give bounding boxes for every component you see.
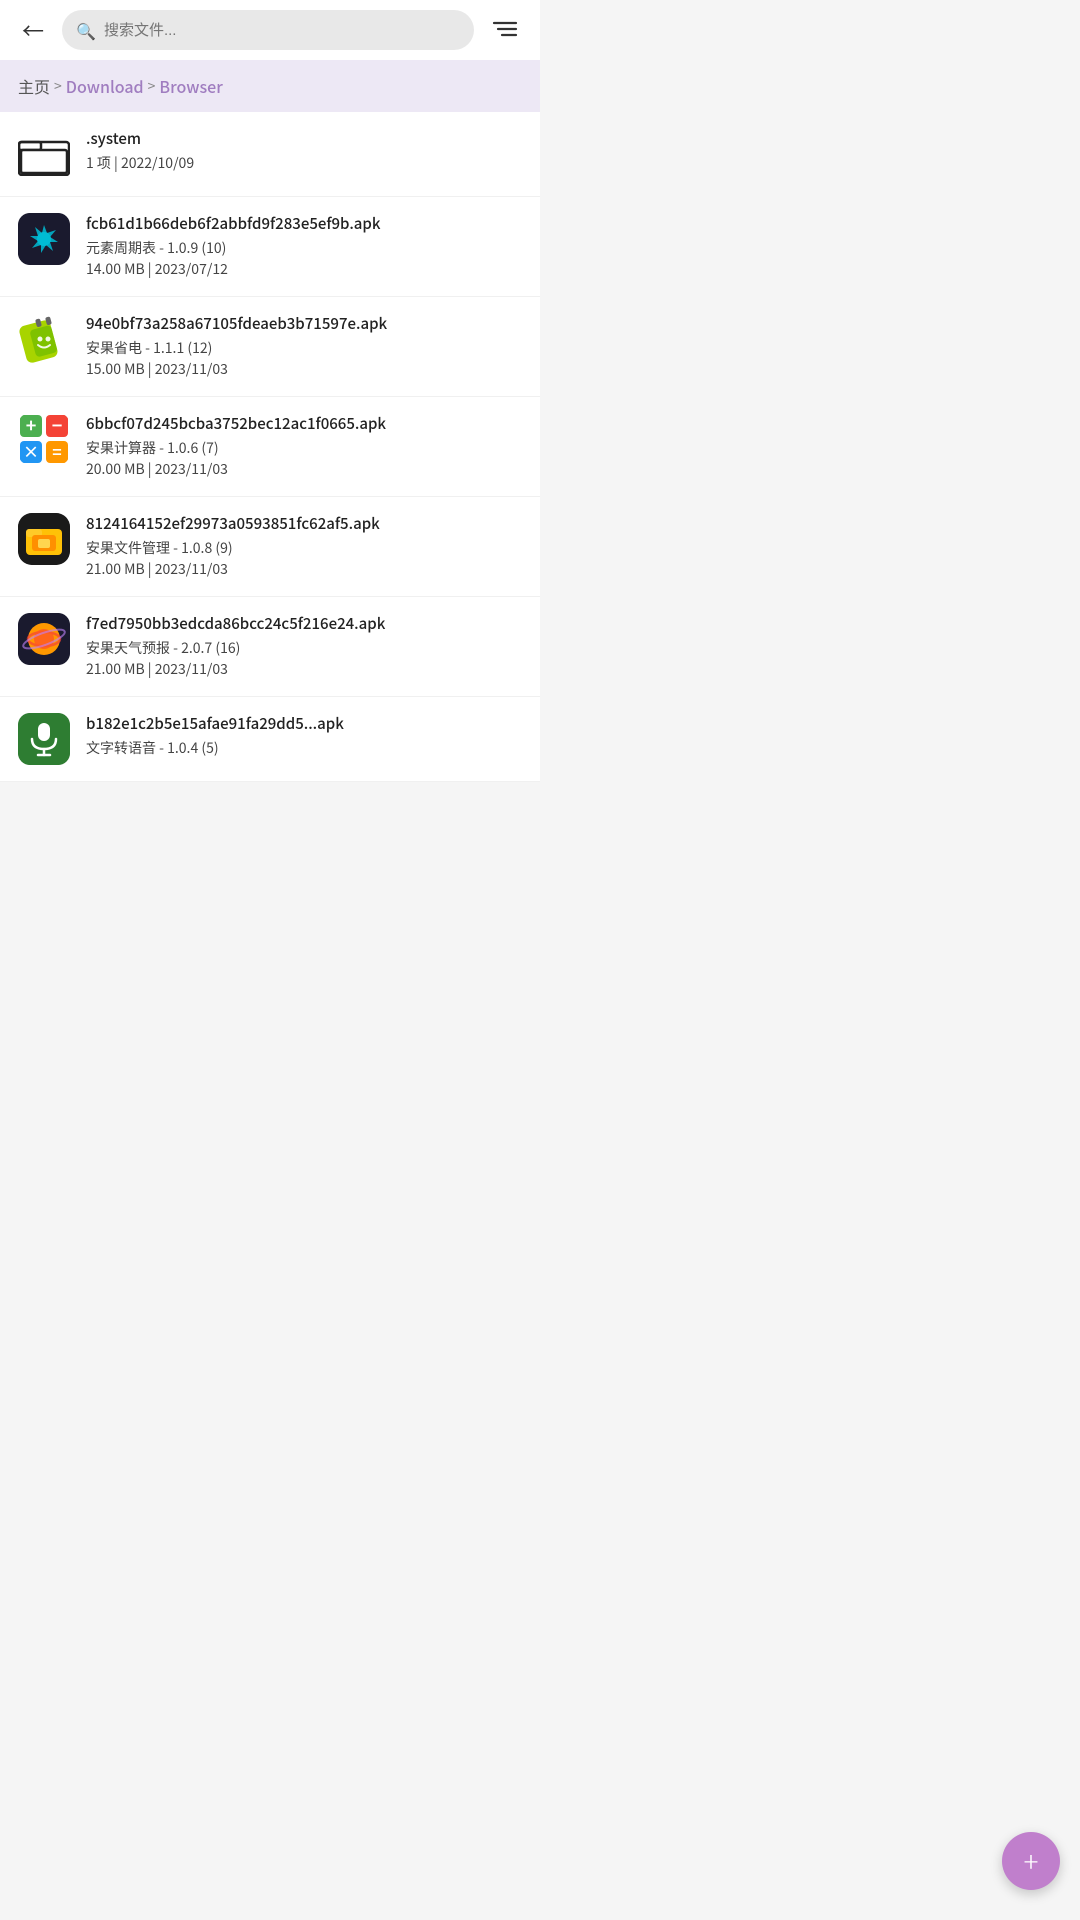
breadcrumb-browser[interactable]: Browser bbox=[159, 74, 222, 98]
fab-button[interactable]: + bbox=[1002, 1832, 1060, 1890]
header: ← 🔍 bbox=[0, 0, 540, 60]
breadcrumb-download[interactable]: Download bbox=[66, 74, 144, 98]
file-name: b182e1c2b5e15afae91fa29dd5...apk bbox=[86, 713, 522, 734]
back-button[interactable]: ← bbox=[14, 10, 52, 50]
list-item[interactable]: .system 1 项 | 2022/10/09 bbox=[0, 112, 540, 197]
svg-text:=: = bbox=[52, 439, 61, 463]
list-item[interactable]: 94e0bf73a258a67105fdeaeb3b71597e.apk 安果省… bbox=[0, 297, 540, 397]
file-info: 6bbcf07d245bcba3752bec12ac1f0665.apk 安果计… bbox=[86, 413, 522, 480]
file-meta: 安果省电 - 1.1.1 (12)15.00 MB | 2023/11/03 bbox=[86, 338, 522, 380]
file-name: 6bbcf07d245bcba3752bec12ac1f0665.apk bbox=[86, 413, 522, 434]
file-info: f7ed7950bb3edcda86bcc24c5f216e24.apk 安果天… bbox=[86, 613, 522, 680]
svg-text:−: − bbox=[52, 413, 63, 438]
app-icon-weather bbox=[18, 613, 70, 665]
breadcrumb: 主页 > Download > Browser bbox=[0, 60, 540, 112]
sort-button[interactable] bbox=[484, 10, 526, 50]
app-icon-battery bbox=[18, 313, 70, 365]
list-item[interactable]: + − × = 6bbcf07d245bcba3752bec12ac1f0665… bbox=[0, 397, 540, 497]
search-icon: 🔍 bbox=[76, 18, 96, 42]
file-meta: 安果文件管理 - 1.0.8 (9)21.00 MB | 2023/11/03 bbox=[86, 538, 522, 580]
folder-icon bbox=[18, 128, 70, 180]
file-name: f7ed7950bb3edcda86bcc24c5f216e24.apk bbox=[86, 613, 522, 634]
file-name: 8124164152ef29973a0593851fc62af5.apk bbox=[86, 513, 522, 534]
app-icon-voice bbox=[18, 713, 70, 765]
file-info: .system 1 项 | 2022/10/09 bbox=[86, 128, 522, 174]
file-meta: 元素周期表 - 1.0.9 (10)14.00 MB | 2023/07/12 bbox=[86, 238, 522, 280]
list-item[interactable]: fcb61d1b66deb6f2abbfd9f283e5ef9b.apk 元素周… bbox=[0, 197, 540, 297]
list-item[interactable]: b182e1c2b5e15afae91fa29dd5...apk 文字转语音 -… bbox=[0, 697, 540, 782]
search-bar[interactable]: 🔍 bbox=[62, 10, 474, 50]
svg-text:×: × bbox=[23, 439, 39, 463]
file-name: fcb61d1b66deb6f2abbfd9f283e5ef9b.apk bbox=[86, 213, 522, 234]
list-item[interactable]: f7ed7950bb3edcda86bcc24c5f216e24.apk 安果天… bbox=[0, 597, 540, 697]
file-name: .system bbox=[86, 128, 522, 149]
app-icon-periodic bbox=[18, 213, 70, 265]
app-icon-calculator: + − × = bbox=[18, 413, 70, 465]
file-list: .system 1 项 | 2022/10/09 fcb61d1b66deb6f… bbox=[0, 112, 540, 782]
file-info: b182e1c2b5e15afae91fa29dd5...apk 文字转语音 -… bbox=[86, 713, 522, 759]
file-info: fcb61d1b66deb6f2abbfd9f283e5ef9b.apk 元素周… bbox=[86, 213, 522, 280]
search-input[interactable] bbox=[104, 22, 460, 39]
breadcrumb-sep-1: > bbox=[54, 76, 62, 96]
file-info: 8124164152ef29973a0593851fc62af5.apk 安果文… bbox=[86, 513, 522, 580]
fab-plus-icon: + bbox=[1024, 1847, 1039, 1875]
app-icon-filemanager bbox=[18, 513, 70, 565]
file-info: 94e0bf73a258a67105fdeaeb3b71597e.apk 安果省… bbox=[86, 313, 522, 380]
breadcrumb-sep-2: > bbox=[148, 76, 156, 96]
svg-text:+: + bbox=[26, 413, 37, 438]
list-item[interactable]: 8124164152ef29973a0593851fc62af5.apk 安果文… bbox=[0, 497, 540, 597]
file-name: 94e0bf73a258a67105fdeaeb3b71597e.apk bbox=[86, 313, 522, 334]
file-meta: 安果天气预报 - 2.0.7 (16)21.00 MB | 2023/11/03 bbox=[86, 638, 522, 680]
breadcrumb-home[interactable]: 主页 bbox=[18, 74, 50, 98]
file-meta: 安果计算器 - 1.0.6 (7)20.00 MB | 2023/11/03 bbox=[86, 438, 522, 480]
file-meta: 文字转语音 - 1.0.4 (5) bbox=[86, 738, 522, 759]
file-meta: 1 项 | 2022/10/09 bbox=[86, 153, 522, 174]
